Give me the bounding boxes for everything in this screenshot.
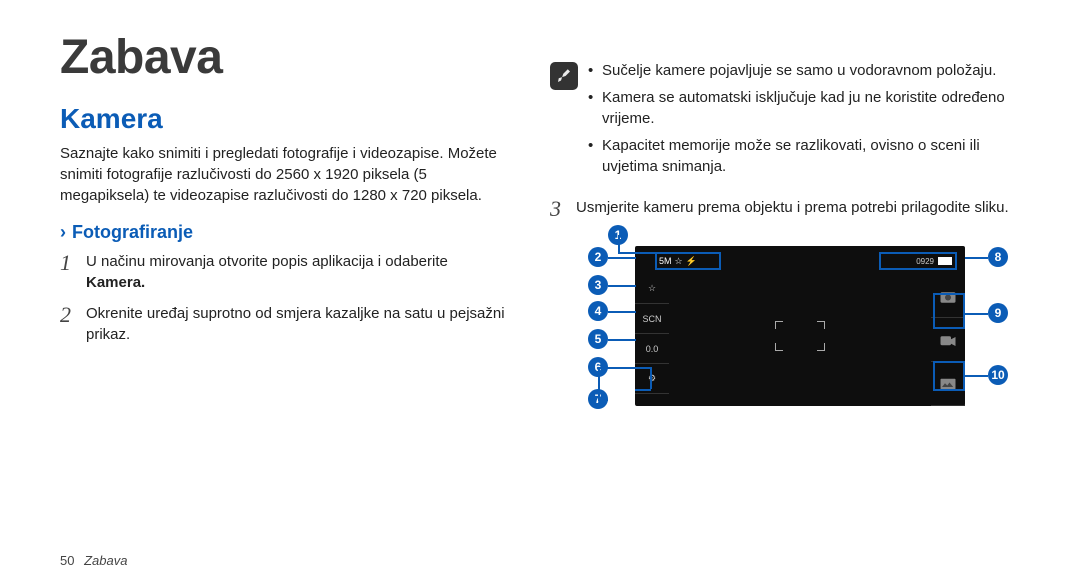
callout-box-10 [933, 361, 965, 391]
focus-brackets [775, 321, 825, 351]
sub-heading-label: Fotografiranje [72, 222, 193, 243]
footer-title: Zabava [84, 553, 127, 568]
callout-4: 4 [588, 301, 608, 321]
main-title: Zabava [60, 30, 510, 85]
page-number: 50 [60, 553, 74, 568]
callout-9: 9 [988, 303, 1008, 323]
callout-5: 5 [588, 329, 608, 349]
callout-3: 3 [588, 275, 608, 295]
viewfinder-topbar: 5M ☆ ⚡ [655, 252, 721, 270]
callout-2: 2 [588, 247, 608, 267]
section-title: Kamera [60, 103, 510, 135]
viewfinder-left-column: ☆ SCN 0.0 ⚙ [635, 274, 669, 394]
step-text: Usmjerite kameru prema objektu i prema p… [576, 197, 1009, 218]
intro-text: Saznajte kako snimiti i pregledati fotog… [60, 143, 510, 206]
step-number: 3 [550, 197, 576, 221]
exposure-value: 0.0 [635, 334, 669, 364]
step-3: 3 Usmjerite kameru prema objektu i prema… [550, 197, 1030, 221]
note-icon [550, 62, 578, 90]
note-box: Sučelje kamere pojavljuje se samo u vodo… [550, 60, 1030, 183]
chevron-icon: › [60, 222, 66, 243]
step-text: Okrenite uređaj suprotno od smjera kazal… [86, 303, 510, 345]
step-text: U načinu mirovanja otvorite popis aplika… [86, 251, 510, 293]
camera-diagram: 5M ☆ ⚡ 0929 ☆ SCN 0.0 ⚙ [550, 231, 1030, 451]
note-item: Sučelje kamere pojavljuje se samo u vodo… [588, 60, 1030, 81]
note-item: Kamera se automatski isključuje kad ju n… [588, 87, 1030, 129]
note-list: Sučelje kamere pojavljuje se samo u vodo… [588, 60, 1030, 183]
step-number: 1 [60, 251, 86, 275]
sub-heading: › Fotografiranje [60, 222, 510, 243]
callout-8: 8 [988, 247, 1008, 267]
viewfinder: 5M ☆ ⚡ 0929 ☆ SCN 0.0 ⚙ [635, 246, 965, 406]
battery-icon [938, 257, 952, 265]
page-footer: 50 Zabava [60, 553, 127, 568]
callout-box-9 [933, 293, 965, 329]
viewfinder-topright: 0929 [879, 252, 957, 270]
step-2: 2 Okrenite uređaj suprotno od smjera kaz… [60, 303, 510, 345]
callout-10: 10 [988, 365, 1008, 385]
note-item: Kapacitet memorije može se razlikovati, … [588, 135, 1030, 177]
step-number: 2 [60, 303, 86, 327]
scene-mode: SCN [635, 304, 669, 334]
flash-icon: ☆ [635, 274, 669, 304]
step-1: 1 U načinu mirovanja otvorite popis apli… [60, 251, 510, 293]
